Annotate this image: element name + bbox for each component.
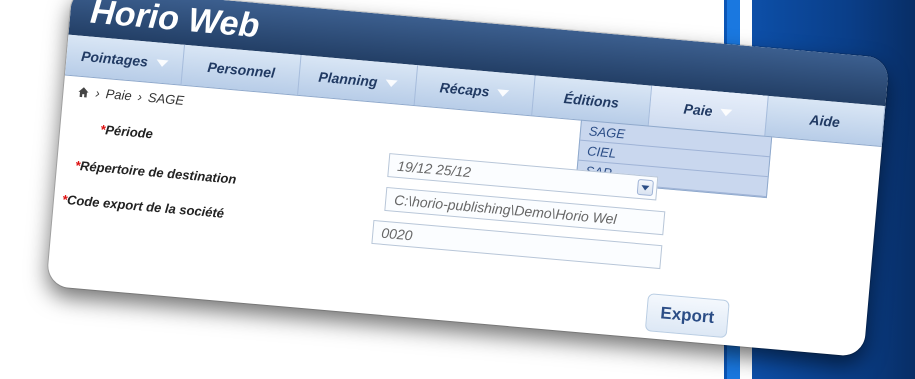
chevron-down-icon xyxy=(497,88,510,97)
chevron-down-icon xyxy=(720,108,733,117)
chevron-down-icon xyxy=(385,78,398,87)
repertoire-label: *Répertoire de destination xyxy=(74,157,237,187)
code-export-label: *Code export de la société xyxy=(61,191,225,221)
export-button[interactable]: Export xyxy=(644,293,730,339)
app-window: Horio Web Pointages Personnel Planning R… xyxy=(46,0,890,358)
breadcrumb-item-sage: SAGE xyxy=(147,89,185,108)
home-icon[interactable] xyxy=(77,85,90,98)
chevron-down-icon[interactable] xyxy=(636,178,654,197)
breadcrumb-item-paie[interactable]: Paie xyxy=(105,86,132,103)
periode-label: *Période xyxy=(99,121,154,142)
chevron-down-icon xyxy=(155,58,169,67)
breadcrumb: › Paie › SAGE xyxy=(77,84,185,108)
breadcrumb-separator: › xyxy=(137,88,143,105)
breadcrumb-separator: › xyxy=(94,85,101,101)
